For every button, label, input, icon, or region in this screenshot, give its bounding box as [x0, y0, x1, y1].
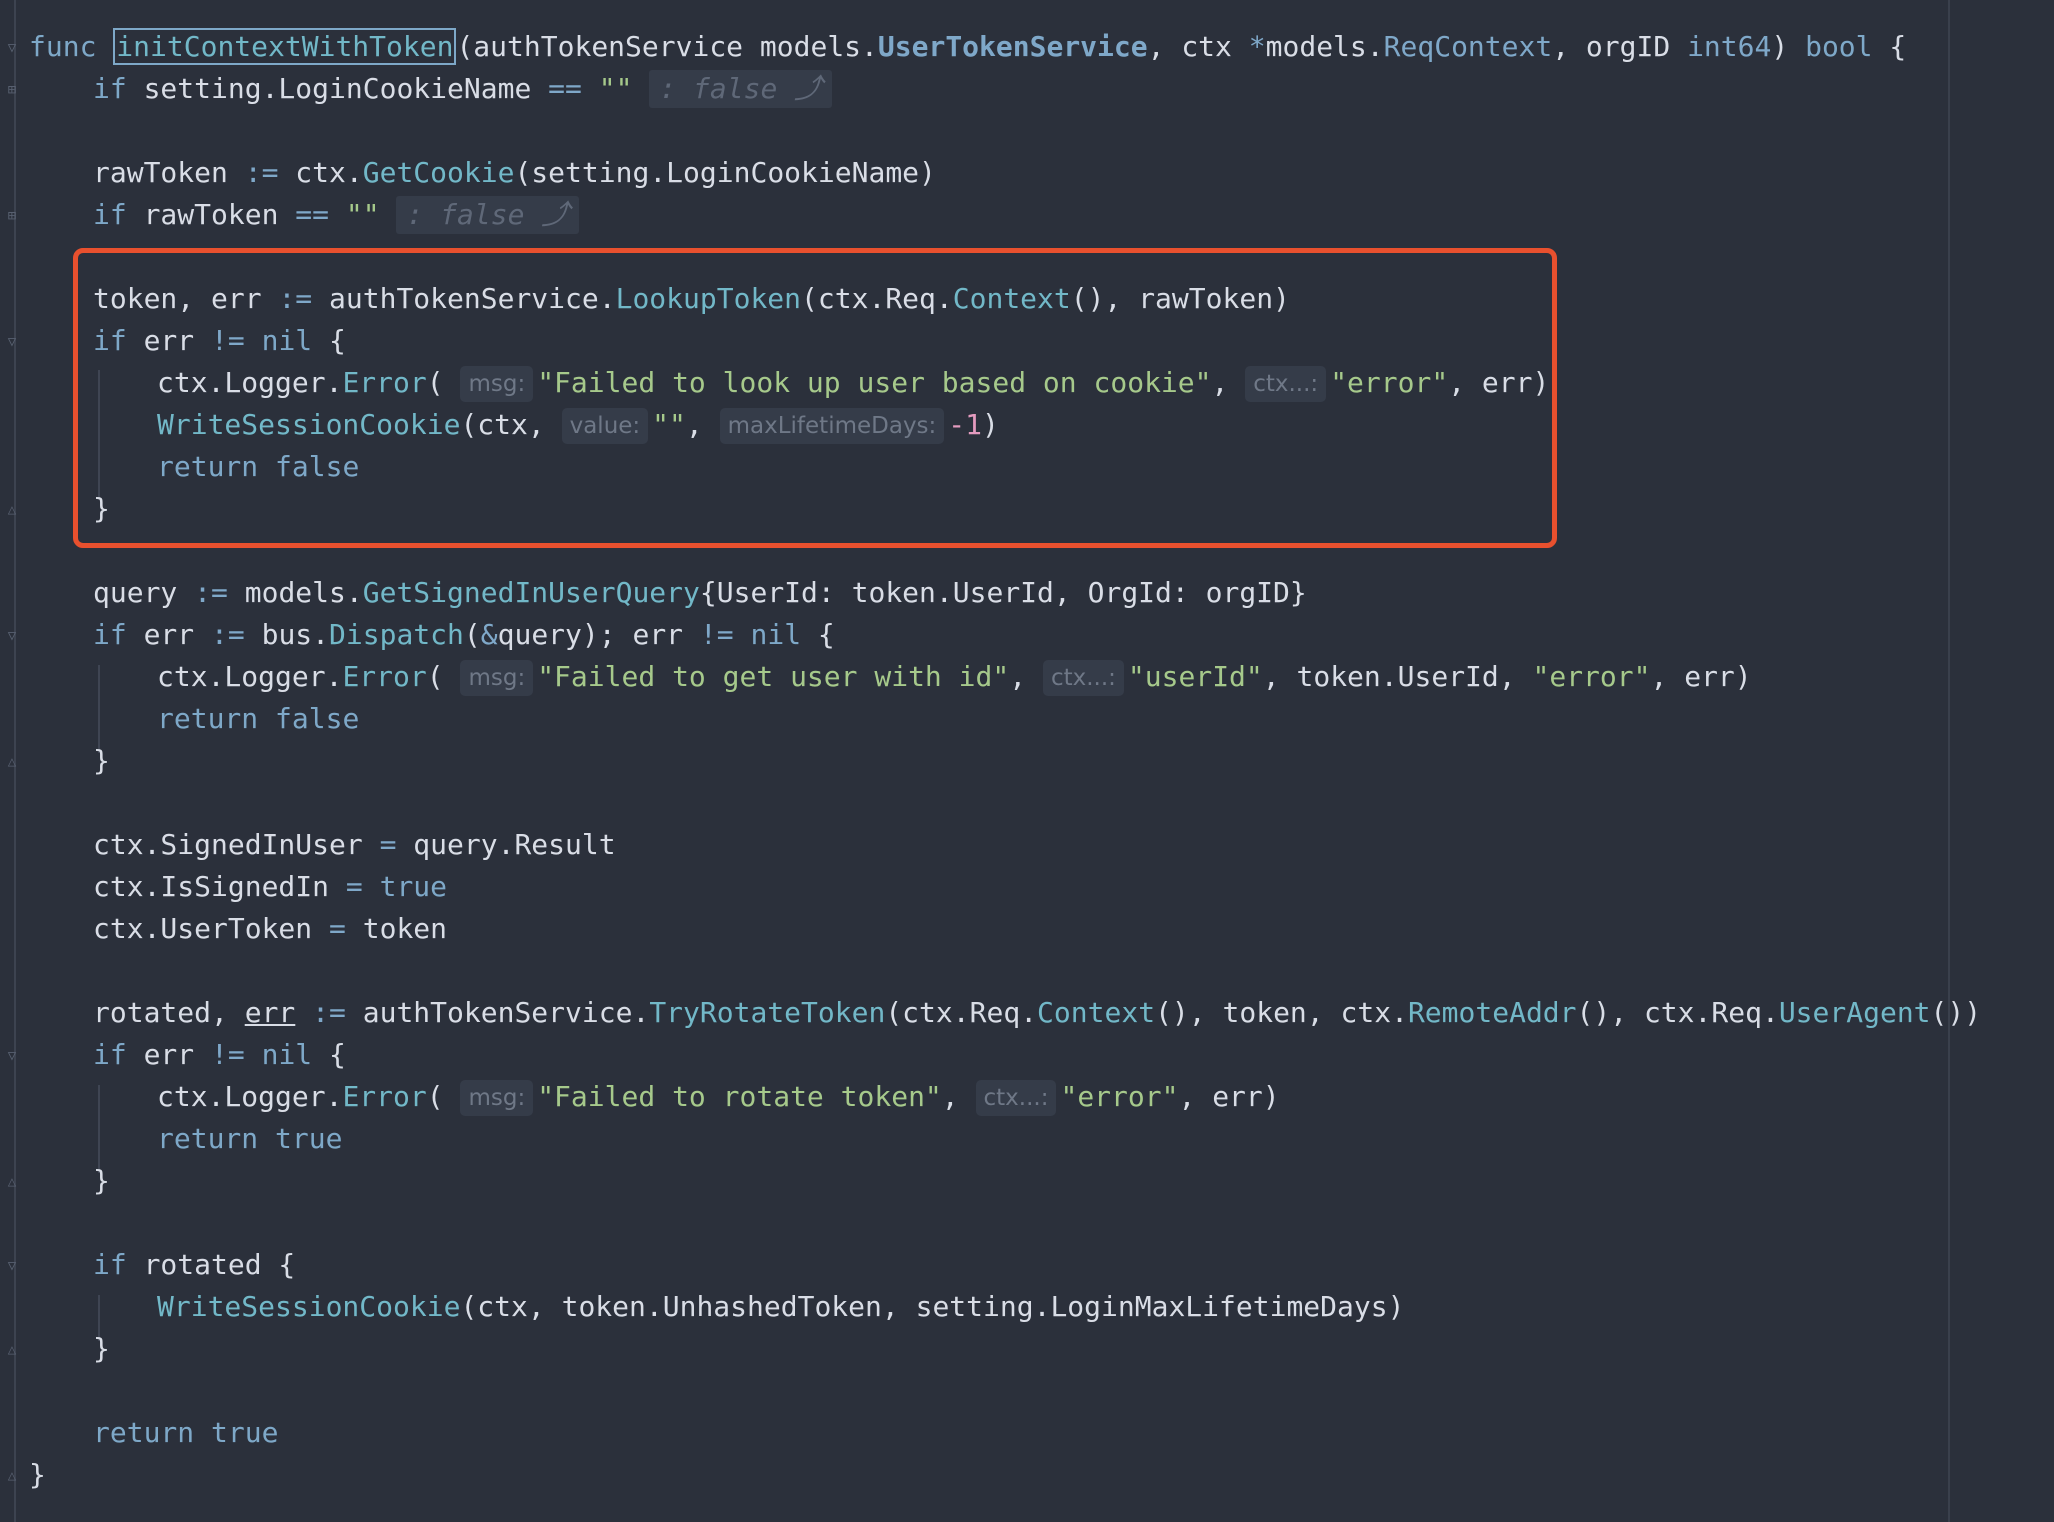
code-editor[interactable]: ▽ ⊞ ⊞ ▽ △ ▽ △ ▽ △ ▽ △ △ func initContext…: [0, 0, 2054, 1522]
fold-icon[interactable]: △: [4, 1468, 20, 1484]
folded-hint[interactable]: : false ⤴: [396, 196, 580, 234]
code-line: WriteSessionCookie(ctx, token.UnhashedTo…: [157, 1290, 1405, 1323]
code-line: ctx.UserToken = token: [93, 912, 448, 945]
code-text: , ctx: [1147, 30, 1249, 63]
code-line: rotated, err := authTokenService.TryRota…: [93, 996, 1982, 1029]
code-line: if setting.LoginCookieName == "" : false…: [93, 68, 833, 110]
code-text: ): [1771, 30, 1806, 63]
folded-hint[interactable]: : false ⤴: [649, 70, 833, 108]
code-line: if err != nil {: [93, 1038, 346, 1071]
code-line: if rawToken == "" : false ⤴: [93, 194, 580, 236]
fold-icon[interactable]: ▽: [4, 40, 20, 56]
code-text: (authTokenService models.: [456, 30, 878, 63]
type-name: int64: [1687, 30, 1772, 63]
type-name: UserTokenService: [877, 30, 1148, 63]
fold-icon[interactable]: ▽: [4, 1048, 20, 1064]
param-hint: ctx...:: [1042, 660, 1124, 696]
code-line: ctx.Logger.Error( msg: "Failed to get use…: [157, 656, 1752, 698]
type-name: ReqContext: [1383, 30, 1553, 63]
code-text: models.: [1265, 30, 1384, 63]
fold-icon[interactable]: ▽: [4, 334, 20, 350]
code-text: , orgID: [1552, 30, 1688, 63]
code-line: rawToken := ctx.GetCookie(setting.LoginC…: [93, 156, 936, 189]
param-hint: msg:: [460, 1080, 534, 1116]
keyword: func: [29, 30, 97, 63]
code-line: }: [29, 1458, 46, 1491]
code-line: ctx.SignedInUser = query.Result: [93, 828, 616, 861]
fold-icon[interactable]: ⊞: [4, 82, 20, 98]
fold-icon[interactable]: △: [4, 754, 20, 770]
right-margin-guide: [1948, 0, 1950, 1522]
code-line: return true: [93, 1416, 279, 1449]
highlight-box: [73, 248, 1557, 548]
code-line: func initContextWithToken (authTokenServi…: [29, 26, 1906, 68]
code-line: ctx.Logger.Error( msg: "Failed to rotate …: [157, 1076, 1280, 1118]
editor-gutter: ▽ ⊞ ⊞ ▽ △ ▽ △ ▽ △ ▽ △ △: [0, 0, 30, 1522]
function-name[interactable]: initContextWithToken: [113, 28, 457, 65]
code-line: if rotated {: [93, 1248, 296, 1281]
code-text: {: [1872, 30, 1907, 63]
fold-icon[interactable]: △: [4, 1174, 20, 1190]
fold-icon[interactable]: ⊞: [4, 208, 20, 224]
param-hint: ctx...:: [975, 1080, 1057, 1116]
fold-icon[interactable]: ▽: [4, 1258, 20, 1274]
code-line: query := models.GetSignedInUserQuery{Use…: [93, 576, 1307, 609]
code-line: }: [93, 1164, 110, 1197]
code-line: return true: [157, 1122, 343, 1155]
fold-icon[interactable]: △: [4, 1342, 20, 1358]
code-line: if err := bus.Dispatch(&query); err != n…: [93, 618, 835, 651]
code-line: return false: [157, 702, 360, 735]
param-hint: msg:: [460, 660, 534, 696]
operator: *: [1248, 30, 1266, 63]
fold-icon[interactable]: ▽: [4, 628, 20, 644]
code-line: }: [93, 744, 110, 777]
type-name: bool: [1805, 30, 1873, 63]
code-line: }: [93, 1332, 110, 1365]
fold-icon[interactable]: △: [4, 502, 20, 518]
code-line: ctx.IsSignedIn = true: [93, 870, 448, 903]
